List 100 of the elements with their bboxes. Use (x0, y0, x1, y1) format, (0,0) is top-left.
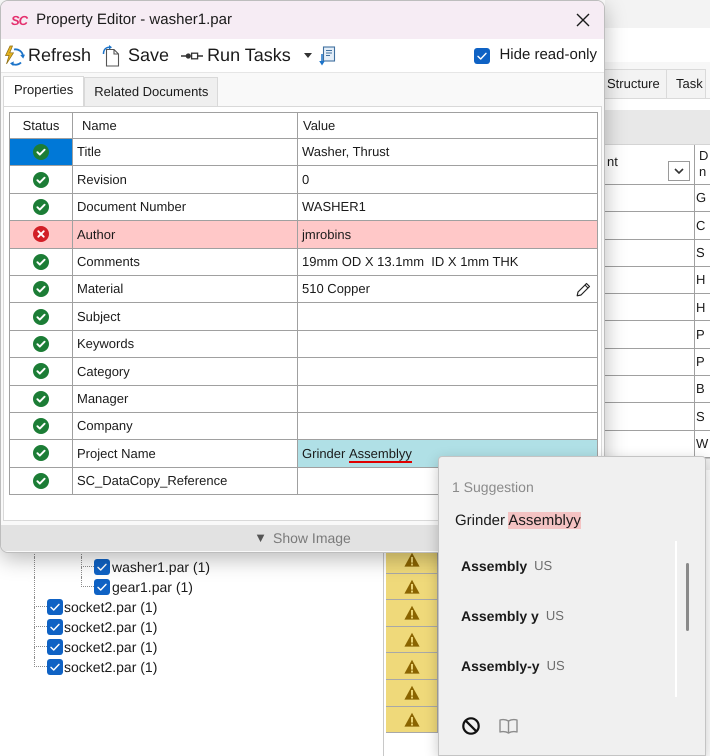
grid-cell-text: P (696, 353, 705, 372)
status-cell[interactable] (10, 412, 73, 440)
warning-icon (404, 658, 420, 674)
grid-cell-text: H (696, 298, 706, 317)
grid-cell-text: S (696, 244, 705, 262)
warning-icon (404, 685, 420, 700)
suggestion-item[interactable]: Assembly y US (461, 591, 564, 641)
caret-icon (304, 53, 312, 58)
property-name: Project Name (77, 444, 156, 463)
export-button[interactable] (318, 44, 337, 66)
refresh-button[interactable]: Refresh (3, 40, 92, 70)
pencil-icon[interactable] (576, 282, 591, 297)
property-name: Title (77, 143, 102, 162)
grid-cell-text: S (696, 408, 705, 426)
warning-icon (404, 632, 420, 648)
tab[interactable]: Related Documents (84, 77, 218, 106)
tree-checkbox[interactable] (94, 559, 110, 575)
scrollbar-thumb[interactable] (686, 563, 689, 631)
property-value-field[interactable]: jmrobins (298, 221, 598, 249)
warning-icon (404, 578, 420, 594)
status-cell[interactable] (10, 194, 73, 222)
status-cell[interactable] (10, 440, 73, 468)
tree-checkbox[interactable] (47, 619, 63, 635)
triangle-icon: ▼ (254, 528, 268, 548)
column-header[interactable]: Status (22, 116, 60, 136)
run-tasks-button[interactable]: Run Tasks (181, 40, 291, 70)
checkbox[interactable] (474, 48, 490, 64)
property-value-field[interactable]: Washer, Thrust (298, 139, 598, 166)
property-name: Material (77, 280, 124, 298)
tree-item[interactable]: socket2.par (1) (64, 596, 158, 618)
grid-cell-text: C (696, 216, 706, 235)
language-label: US (546, 607, 564, 626)
property-name: Comments (77, 253, 140, 271)
tree-item[interactable]: socket2.par (1) (64, 636, 158, 658)
property-value-field[interactable] (298, 386, 598, 413)
property-name: SC_DataCopy_Reference (77, 472, 228, 490)
tree-checkbox[interactable] (94, 579, 110, 595)
tab[interactable]: Task (667, 69, 706, 98)
column-header[interactable]: Value (303, 116, 336, 136)
dictionary-button[interactable] (499, 718, 518, 734)
column-header[interactable]: Name (82, 116, 117, 136)
status-cell[interactable] (10, 303, 73, 331)
tree-checkbox[interactable] (47, 639, 63, 655)
status-cell[interactable] (10, 386, 73, 413)
close-icon (576, 13, 590, 27)
status-cell[interactable] (10, 221, 73, 249)
property-name: Keywords (77, 335, 134, 354)
property-value-field[interactable] (298, 412, 598, 440)
property-value-field[interactable] (298, 330, 598, 358)
hide-read-only-checkbox[interactable]: Hide read-only (474, 44, 597, 67)
property-name: Revision (77, 170, 127, 189)
property-name: Company (77, 417, 133, 436)
property-value-field[interactable] (298, 358, 598, 386)
tab[interactable]: Properties (3, 76, 84, 106)
tree-checkbox[interactable] (47, 599, 63, 615)
app-logo: SC (11, 14, 28, 26)
book-icon (499, 718, 518, 734)
property-value-field[interactable]: WASHER1 (298, 194, 598, 222)
grid-cell-text: B (696, 380, 705, 398)
property-value-field[interactable]: 0 (298, 166, 598, 194)
property-name: Document Number (77, 198, 186, 216)
property-name: Subject (77, 308, 120, 326)
property-value-field[interactable] (298, 303, 598, 331)
property-value-field[interactable]: 19mm OD X 13.1mm ID X 1mm THK (298, 248, 598, 276)
warning-icon (404, 605, 420, 620)
tree-item[interactable]: washer1.par (1) (112, 556, 210, 578)
chevron-icon (674, 168, 684, 174)
status-cell[interactable] (10, 166, 73, 194)
tab[interactable]: Structure (605, 69, 667, 98)
prohibited-icon (462, 717, 480, 735)
ignore-button[interactable] (462, 717, 480, 735)
save-button[interactable]: Save (102, 40, 170, 70)
column-header[interactable]: D n (699, 148, 709, 180)
warning-icon (404, 712, 420, 727)
column-header[interactable]: nt (607, 152, 618, 172)
document-icon (102, 44, 120, 66)
language-label: US (546, 657, 565, 676)
window-title: Property Editor - washer1.par (36, 10, 232, 30)
warning-icon (404, 552, 420, 568)
status-cell[interactable] (10, 358, 73, 386)
status-cell[interactable] (10, 248, 73, 276)
status-cell[interactable] (10, 276, 73, 304)
property-name: Author (77, 226, 116, 244)
grid-cell-text: P (696, 326, 705, 344)
tree-checkbox[interactable] (47, 659, 63, 675)
tree-item[interactable]: gear1.par (1) (112, 576, 193, 598)
suggestion-item[interactable]: Assembly-y US (461, 641, 565, 691)
suggestion-count: 1 Suggestion (452, 478, 534, 496)
status-cell[interactable] (10, 330, 73, 358)
tree-item[interactable]: socket2.par (1) (64, 616, 158, 638)
grid-cell-text: H (696, 271, 706, 290)
property-name: Manager (77, 390, 128, 408)
status-cell[interactable] (10, 468, 73, 496)
filter-dropdown-button[interactable] (668, 161, 690, 181)
property-name: Category (77, 362, 130, 381)
status-cell[interactable] (10, 139, 73, 166)
connector-icon (181, 50, 204, 60)
property-value-field[interactable]: 510 Copper (298, 276, 598, 304)
grid-cell-text: G (696, 189, 706, 208)
tree-item[interactable]: socket2.par (1) (64, 656, 158, 678)
